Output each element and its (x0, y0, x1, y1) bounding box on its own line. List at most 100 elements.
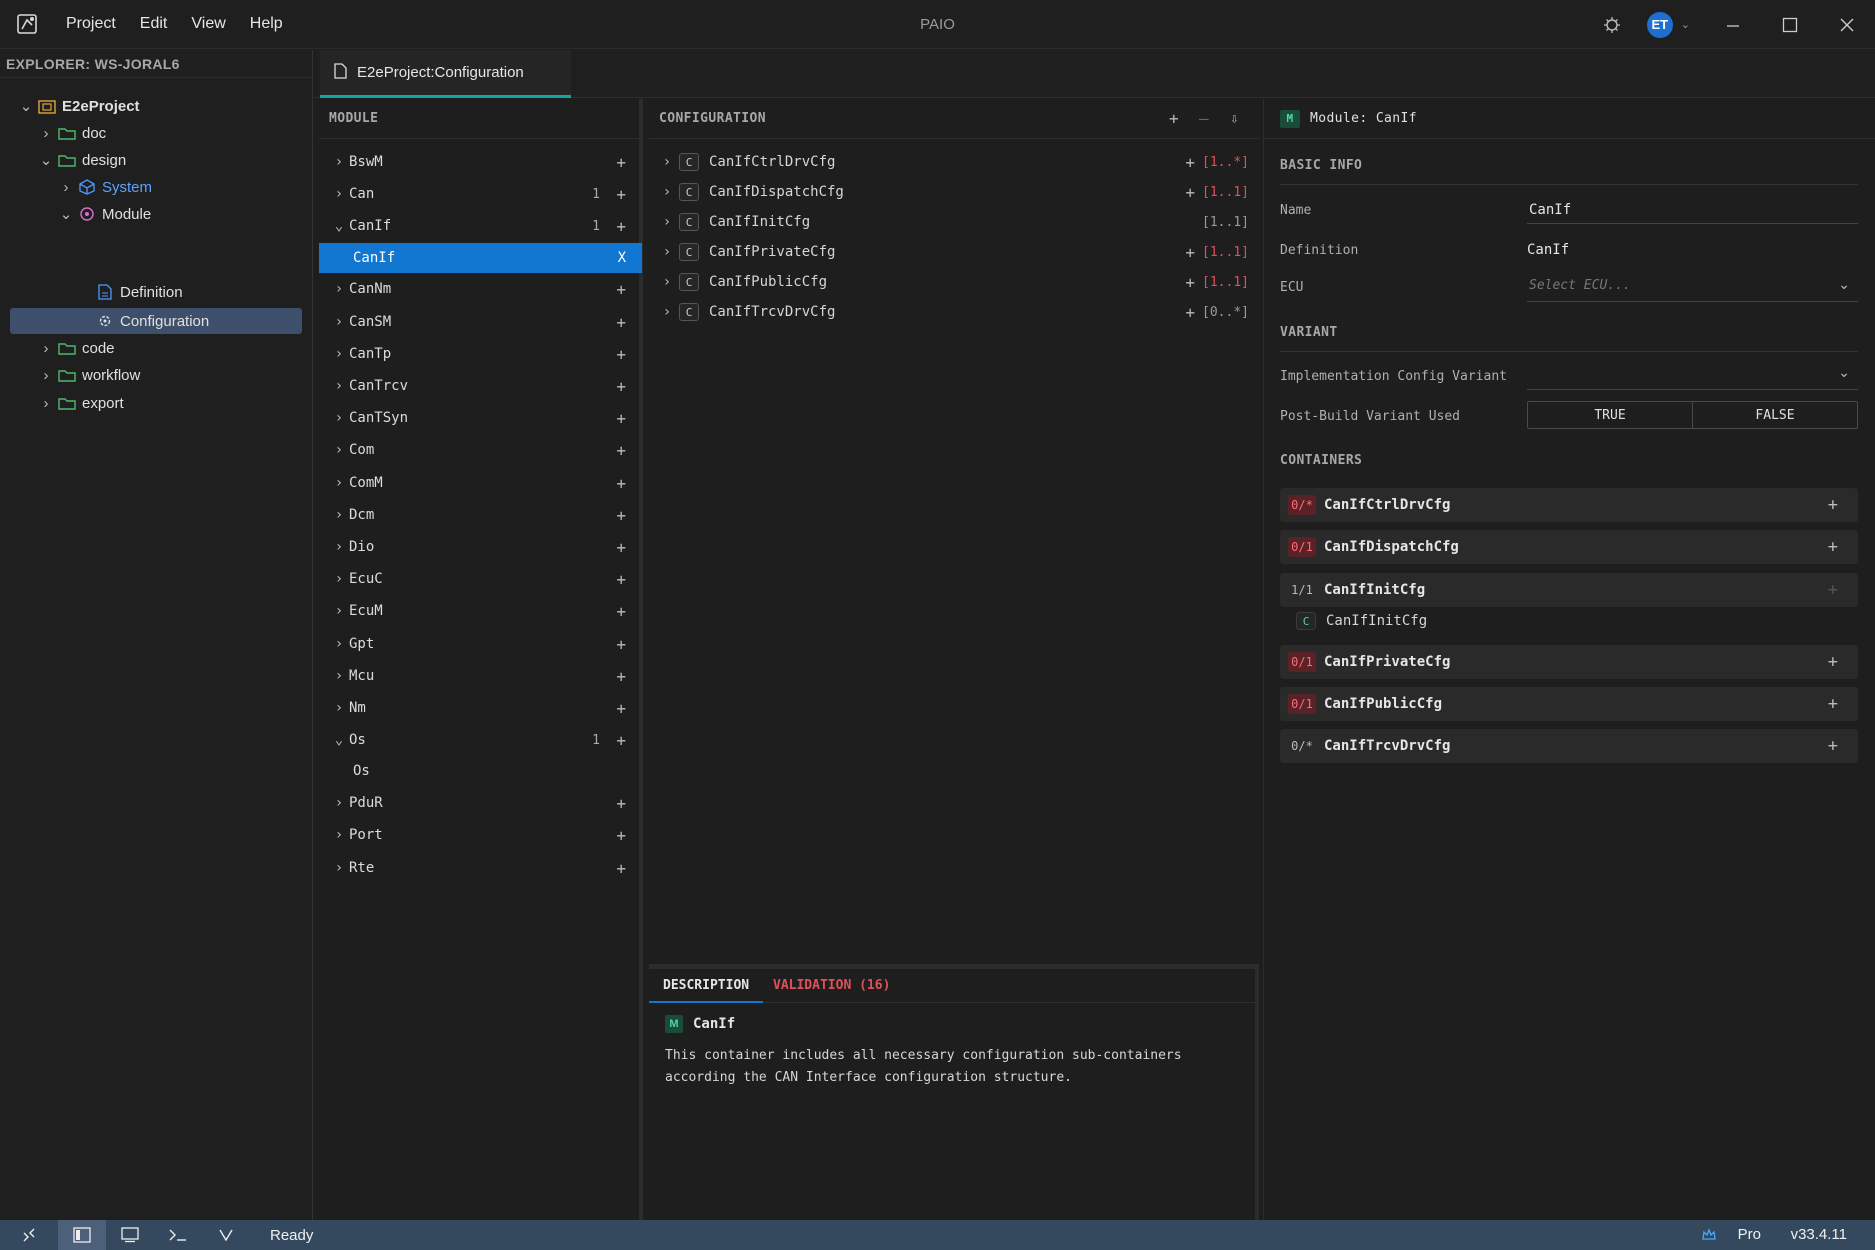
add-icon[interactable]: + (1828, 652, 1838, 672)
add-icon[interactable]: + (1169, 99, 1179, 139)
add-icon[interactable]: + (1185, 243, 1195, 262)
module-item-pdur[interactable]: › PduR + (319, 788, 642, 818)
module-item-nm[interactable]: › Nm + (319, 693, 642, 723)
module-item-canif[interactable]: ⌄ CanIf 1 + (319, 211, 642, 241)
ecu-select[interactable]: Select ECU... ⌄ (1527, 274, 1858, 302)
module-item-com[interactable]: › Com + (319, 435, 642, 465)
false-option[interactable]: FALSE (1693, 402, 1857, 428)
tree-item-export[interactable]: › export (38, 390, 124, 416)
tab-validation[interactable]: VALIDATION (16) (773, 969, 890, 1003)
chevron-right-icon[interactable]: › (38, 125, 54, 142)
chevron-down-icon[interactable]: ⌄ (58, 206, 74, 223)
container-item-canifprivatecfg[interactable]: 0/1 CanIfPrivateCfg + (1280, 645, 1858, 679)
chevron-right-icon[interactable]: › (331, 442, 347, 458)
chevron-right-icon[interactable]: › (331, 378, 347, 394)
container-item-caniftrcvdrvcfg[interactable]: 0/* CanIfTrcvDrvCfg + (1280, 729, 1858, 763)
chevron-right-icon[interactable]: › (331, 636, 347, 652)
add-icon[interactable]: + (616, 153, 626, 172)
chevron-right-icon[interactable]: › (331, 539, 347, 555)
chevron-right-icon[interactable]: › (331, 668, 347, 684)
implementation-variant-select[interactable]: ⌄ (1527, 362, 1858, 390)
chevron-right-icon[interactable]: › (659, 184, 675, 200)
panel-toggle-icon[interactable] (106, 1220, 154, 1250)
add-icon[interactable]: + (1828, 736, 1838, 756)
chevron-right-icon[interactable]: › (331, 154, 347, 170)
chevron-right-icon[interactable]: › (331, 827, 347, 843)
module-item-mcu[interactable]: › Mcu + (319, 661, 642, 691)
tree-item-configuration[interactable]: Configuration (10, 308, 302, 334)
chevron-down-icon[interactable]: ⌄ (38, 152, 54, 169)
module-item-bswm[interactable]: › BswM + (319, 147, 642, 177)
chevron-right-icon[interactable]: › (659, 304, 675, 320)
module-item-can[interactable]: › Can 1 + (319, 179, 642, 209)
true-option[interactable]: TRUE (1528, 402, 1693, 428)
add-icon[interactable]: + (616, 570, 626, 589)
config-item-canifinitcfg[interactable]: › C CanIfInitCfg [1..1] (649, 207, 1259, 237)
add-icon[interactable]: + (1185, 183, 1195, 202)
chevron-right-icon[interactable]: › (38, 367, 54, 384)
module-item-port[interactable]: › Port + (319, 820, 642, 850)
chevron-right-icon[interactable]: › (331, 507, 347, 523)
tree-item-module[interactable]: ⌄ Module (58, 201, 152, 227)
module-item-dcm[interactable]: › Dcm + (319, 500, 642, 530)
container-item-canifinitcfg[interactable]: 1/1 CanIfInitCfg + (1280, 573, 1858, 607)
chevron-right-icon[interactable]: › (331, 603, 347, 619)
add-icon[interactable]: + (1185, 273, 1195, 292)
add-icon[interactable]: + (1828, 694, 1838, 714)
add-icon[interactable]: + (1828, 495, 1838, 515)
tab-description[interactable]: DESCRIPTION (649, 969, 764, 1003)
add-icon[interactable]: + (616, 731, 626, 750)
config-item-canifpubliccfg[interactable]: › C CanIfPublicCfg + [1..1] (649, 267, 1259, 297)
module-item-cannm[interactable]: › CanNm + (319, 274, 642, 304)
add-icon[interactable]: + (616, 826, 626, 845)
container-item-canifctrldrvcfg[interactable]: 0/* CanIfCtrlDrvCfg + (1280, 488, 1858, 522)
sub-container-item[interactable]: C CanIfInitCfg (1296, 612, 1427, 630)
module-item-canif-instance[interactable]: CanIf X (319, 243, 642, 273)
chevron-right-icon[interactable]: › (331, 571, 347, 587)
tab-configuration[interactable]: E2eProject:Configuration (320, 50, 571, 98)
tree-item-definition[interactable]: Definition (96, 279, 183, 305)
remove-module-button[interactable]: X (618, 250, 626, 266)
module-item-rte[interactable]: › Rte + (319, 853, 642, 883)
chevron-right-icon[interactable]: › (331, 475, 347, 491)
add-icon[interactable]: + (616, 794, 626, 813)
menu-help[interactable]: Help (238, 15, 295, 33)
module-item-cantsyn[interactable]: › CanTSyn + (319, 403, 642, 433)
config-item-canifctrldrvcfg[interactable]: › C CanIfCtrlDrvCfg + [1..*] (649, 147, 1259, 177)
menu-view[interactable]: View (179, 15, 237, 33)
chevron-right-icon[interactable]: › (659, 154, 675, 170)
add-icon[interactable]: + (616, 345, 626, 364)
config-item-canifprivatecfg[interactable]: › C CanIfPrivateCfg + [1..1] (649, 237, 1259, 267)
chevron-right-icon[interactable]: › (331, 314, 347, 330)
module-item-os[interactable]: ⌄ Os 1 + (319, 725, 642, 755)
terminal-icon[interactable] (154, 1220, 202, 1250)
chevron-right-icon[interactable]: › (331, 410, 347, 426)
add-icon[interactable]: + (616, 441, 626, 460)
add-icon[interactable]: + (616, 217, 626, 236)
tree-item-system[interactable]: › System (58, 174, 153, 200)
chevron-down-icon[interactable]: ⌄ (331, 218, 347, 234)
add-icon[interactable]: + (616, 313, 626, 332)
chevron-right-icon[interactable]: › (58, 179, 74, 196)
module-item-cansm[interactable]: › CanSM + (319, 307, 642, 337)
add-icon[interactable]: + (616, 185, 626, 204)
user-menu[interactable]: ET ⌄ (1646, 11, 1690, 38)
add-icon[interactable]: + (616, 474, 626, 493)
menu-edit[interactable]: Edit (128, 15, 180, 33)
add-icon[interactable]: + (616, 538, 626, 557)
chevron-right-icon[interactable]: › (331, 281, 347, 297)
add-icon[interactable]: + (616, 602, 626, 621)
add-icon[interactable]: + (616, 635, 626, 654)
chevron-right-icon[interactable]: › (38, 395, 54, 412)
name-field[interactable] (1527, 196, 1858, 224)
remote-icon[interactable] (0, 1220, 58, 1250)
module-item-ecuc[interactable]: › EcuC + (319, 564, 642, 594)
module-item-dio[interactable]: › Dio + (319, 532, 642, 562)
module-item-cantrcv[interactable]: › CanTrcv + (319, 371, 642, 401)
add-icon[interactable]: + (616, 280, 626, 299)
chevron-right-icon[interactable]: › (659, 244, 675, 260)
close-button[interactable] (1818, 0, 1875, 49)
tree-item-code[interactable]: › code (38, 335, 115, 361)
config-item-caniftrcvdrvcfg[interactable]: › C CanIfTrcvDrvCfg + [0..*] (649, 297, 1259, 327)
chevron-right-icon[interactable]: › (659, 274, 675, 290)
